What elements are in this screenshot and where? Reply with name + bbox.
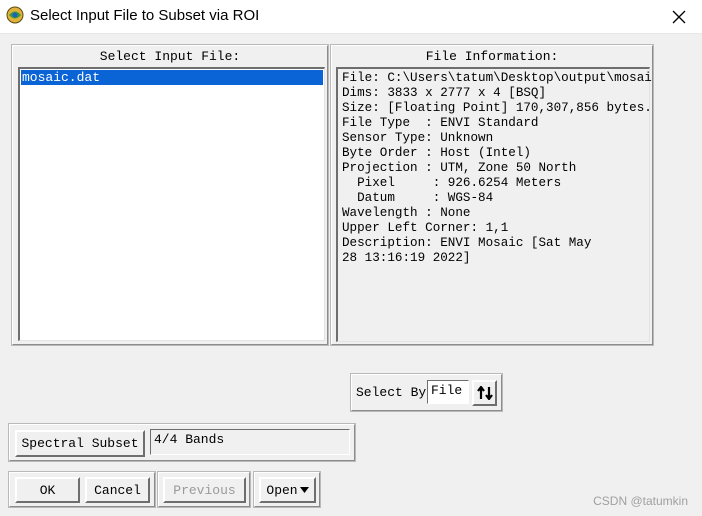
close-icon[interactable]	[672, 10, 686, 24]
previous-button[interactable]: Previous	[163, 477, 246, 503]
file-info-box: File: C:\Users\tatum\Desktop\output\mosa…	[336, 67, 652, 342]
file-info-panel: File Information: File: C:\Users\tatum\D…	[330, 44, 654, 346]
select-by-label: Select By	[356, 385, 427, 400]
spectral-subset-button[interactable]: Spectral Subset	[15, 430, 145, 457]
envi-globe-icon	[6, 6, 24, 24]
file-info-label: File Information:	[425, 49, 559, 64]
sort-button[interactable]	[472, 380, 497, 406]
open-button[interactable]: Open	[259, 477, 316, 503]
select-by-group: Select By File	[350, 373, 503, 412]
file-info-text: File: C:\Users\tatum\Desktop\output\mosa…	[342, 71, 652, 265]
input-file-label: Select Input File:	[99, 49, 241, 64]
sort-arrows-icon[interactable]	[476, 386, 493, 400]
spectral-subset-value: 4/4 Bands	[150, 429, 350, 455]
open-button-label: Open	[266, 482, 298, 498]
window-title: Select Input File to Subset via ROI	[30, 7, 260, 24]
watermark: CSDN @tatumkin	[593, 494, 688, 508]
spectral-subset-group: Spectral Subset 4/4 Bands	[8, 423, 356, 462]
ok-cancel-group: OK Cancel	[8, 471, 156, 508]
caret-down-icon	[299, 487, 309, 493]
close-button[interactable]	[656, 0, 702, 33]
previous-group: Previous	[157, 471, 251, 508]
file-list-item[interactable]: mosaic.dat	[21, 70, 323, 85]
open-group: Open	[253, 471, 321, 508]
file-list[interactable]: mosaic.dat	[18, 67, 325, 341]
cancel-button[interactable]: Cancel	[85, 477, 150, 503]
ok-button[interactable]: OK	[15, 477, 80, 503]
select-by-value[interactable]: File	[427, 380, 469, 404]
title-bar: Select Input File to Subset via ROI	[0, 0, 702, 34]
input-file-panel: Select Input File: mosaic.dat	[11, 44, 329, 346]
